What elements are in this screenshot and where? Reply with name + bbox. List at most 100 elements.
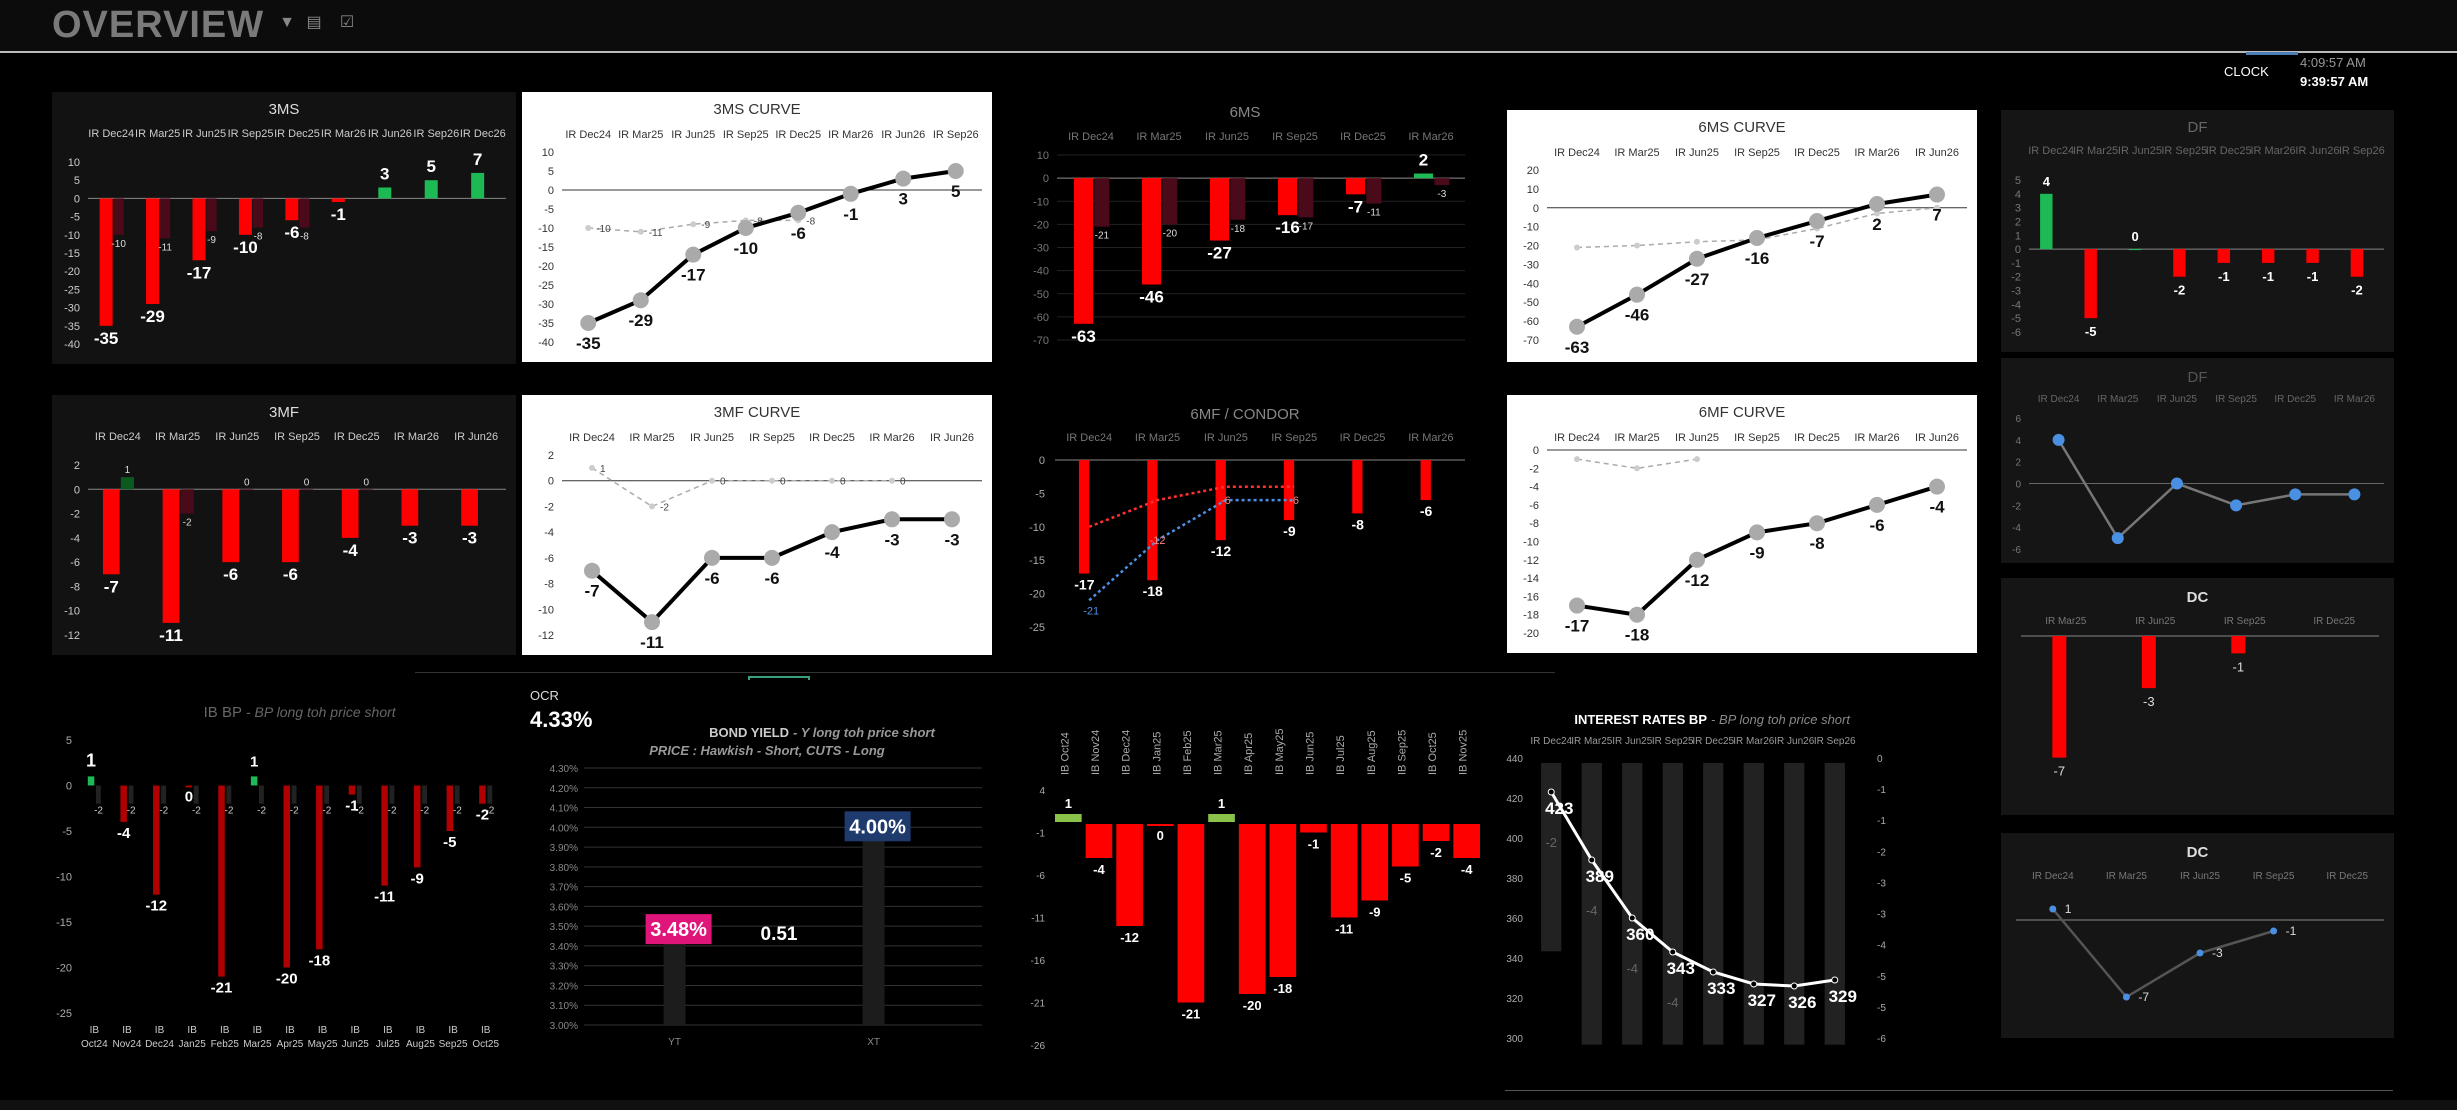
x-tick-label: Jul25 <box>376 1039 400 1050</box>
data-point <box>1689 250 1705 267</box>
data-point <box>704 549 720 566</box>
data-label: -12 <box>1211 543 1231 559</box>
bar <box>1177 824 1205 1003</box>
chart-ib-wide: IB Oct24 IB Nov24 IB Dec24 IB Jan25 IB Feb25… <box>1025 680 1490 1065</box>
bar <box>102 489 120 575</box>
y-tick-label: -16 <box>1523 591 1539 603</box>
y-tick-label: -5 <box>62 826 72 838</box>
chart-title: DC <box>2187 844 2209 861</box>
data-point-secondary <box>1634 242 1640 249</box>
data-label: -1 <box>2233 659 2245 674</box>
y-tick-label-right: -5 <box>1877 972 1886 983</box>
x-tick-label: Dec24 <box>145 1039 174 1050</box>
list-icon[interactable]: ▤ <box>305 14 323 32</box>
divider <box>415 672 1555 673</box>
data-point <box>895 170 912 187</box>
data-point-secondary <box>637 228 644 235</box>
y-tick-label: -30 <box>1523 259 1539 271</box>
bar-secondary <box>128 785 134 804</box>
data-point-secondary <box>829 477 835 484</box>
y-tick-label: -3 <box>2011 286 2021 298</box>
y-tick-label: 340 <box>1506 954 1523 965</box>
bar <box>2052 636 2067 758</box>
clock-label[interactable]: CLOCK <box>2224 64 2269 79</box>
data-label: -18 <box>1273 981 1292 996</box>
y-tick-label-right: 0 <box>1877 754 1883 765</box>
bar-secondary <box>161 785 167 804</box>
data-label: 1 <box>1218 796 1225 811</box>
data-label-secondary: -2 <box>225 806 234 817</box>
y-tick-label-right: -1 <box>1877 785 1886 796</box>
bar <box>413 785 421 868</box>
x-tick-label: IB <box>285 1025 295 1036</box>
bar <box>1208 814 1235 822</box>
x-tick-label: IB Oct25 <box>1427 732 1439 775</box>
data-label: -63 <box>1071 327 1096 346</box>
p-ib-bp-svg: IB BP - BP long toh price short 5 0 -5 -10 -15… <box>52 695 512 1065</box>
data-point <box>1749 524 1765 541</box>
data-label-secondary: -10 <box>111 239 126 250</box>
bar <box>2040 193 2053 250</box>
data-label-secondary: -2 <box>355 806 364 817</box>
y-tick-label: -15 <box>1029 555 1045 567</box>
bar-secondary <box>299 489 314 491</box>
y-tick-label: -50 <box>1033 289 1049 301</box>
x-tick-label: IR Jun25 <box>2180 871 2220 882</box>
x-tick-label: IR Dec25 <box>1340 432 1386 444</box>
bar <box>162 489 180 623</box>
data-label: -17 <box>1074 577 1094 593</box>
y-tick-label: -2 <box>544 501 554 513</box>
filter-dropdown-icon[interactable]: ▼ <box>278 14 296 32</box>
data-label: -8 <box>1809 534 1824 553</box>
bar-secondary <box>180 489 194 514</box>
chart-title: INTEREST RATES BP <box>1574 712 1707 727</box>
bar <box>2141 636 2156 689</box>
x-tick-label: IR Dec24 <box>2032 871 2074 882</box>
y-tick-label: 10 <box>1037 150 1049 162</box>
chart-6ms-curve: 6MS CURVE IR Dec24 IR Mar25 IR Jun25 IR Sep2… <box>1507 110 1977 362</box>
data-label-secondary: -2 <box>192 806 201 817</box>
y-tick-label: -12 <box>538 630 554 642</box>
data-label-secondary: -2 <box>290 806 299 817</box>
data-label: -6 <box>223 565 238 584</box>
chart-title: 3MF CURVE <box>714 404 800 421</box>
chart-df-bars: DF IR Dec24 IR Mar25 IR Jun25 IR Sep25 IR Dec… <box>2001 110 2394 352</box>
data-label: 329 <box>1829 987 1857 1006</box>
bar <box>1210 178 1230 241</box>
p-dc1-svg: DC IR Mar25 IR Jun25 IR Sep25 IR Dec25 -7 -3 -1 <box>2001 578 2394 815</box>
data-label-secondary: -11 <box>158 242 172 253</box>
chart-title: DC <box>2187 589 2209 606</box>
bar <box>401 489 419 526</box>
x-tick-label: IR Jun25 <box>1675 432 1719 444</box>
data-point <box>1709 968 1717 976</box>
x-tick-label: IB Jul25 <box>1335 735 1347 775</box>
checklist-icon[interactable]: ☑ <box>338 14 356 32</box>
data-label: 0 <box>2131 229 2138 244</box>
x-tick-label: IB <box>122 1025 132 1036</box>
data-label-secondary: -11 <box>649 228 663 239</box>
data-label: -4 <box>1461 862 1473 877</box>
y-tick-label: 2 <box>2015 216 2021 228</box>
data-point <box>842 185 859 202</box>
data-label: -35 <box>576 334 601 353</box>
data-point <box>2170 477 2183 490</box>
bar <box>461 489 478 526</box>
data-label: -2 <box>2351 283 2363 298</box>
y-tick-label: -15 <box>538 242 554 254</box>
data-point <box>1569 318 1585 335</box>
x-tick-label: IR Mar26 <box>2334 394 2376 405</box>
x-tick-label: IR Sep25 <box>1271 432 1317 444</box>
x-tick-label: IB <box>187 1025 197 1036</box>
y-tick-label: 5 <box>548 166 554 178</box>
x-tick-label: IR Mar26 <box>1408 432 1453 444</box>
chart-title: 3MF <box>269 404 299 421</box>
data-label: -7 <box>104 577 119 596</box>
y-tick-label: 2 <box>2015 458 2021 469</box>
x-tick-label: IR Jun26 <box>1915 432 1959 444</box>
chart-title: DF <box>2188 119 2208 136</box>
data-point <box>1809 515 1825 532</box>
data-point <box>1929 186 1945 203</box>
data-label-secondary: -8 <box>254 232 263 243</box>
bar <box>1420 460 1431 501</box>
data-label: -4 <box>1929 498 1945 517</box>
